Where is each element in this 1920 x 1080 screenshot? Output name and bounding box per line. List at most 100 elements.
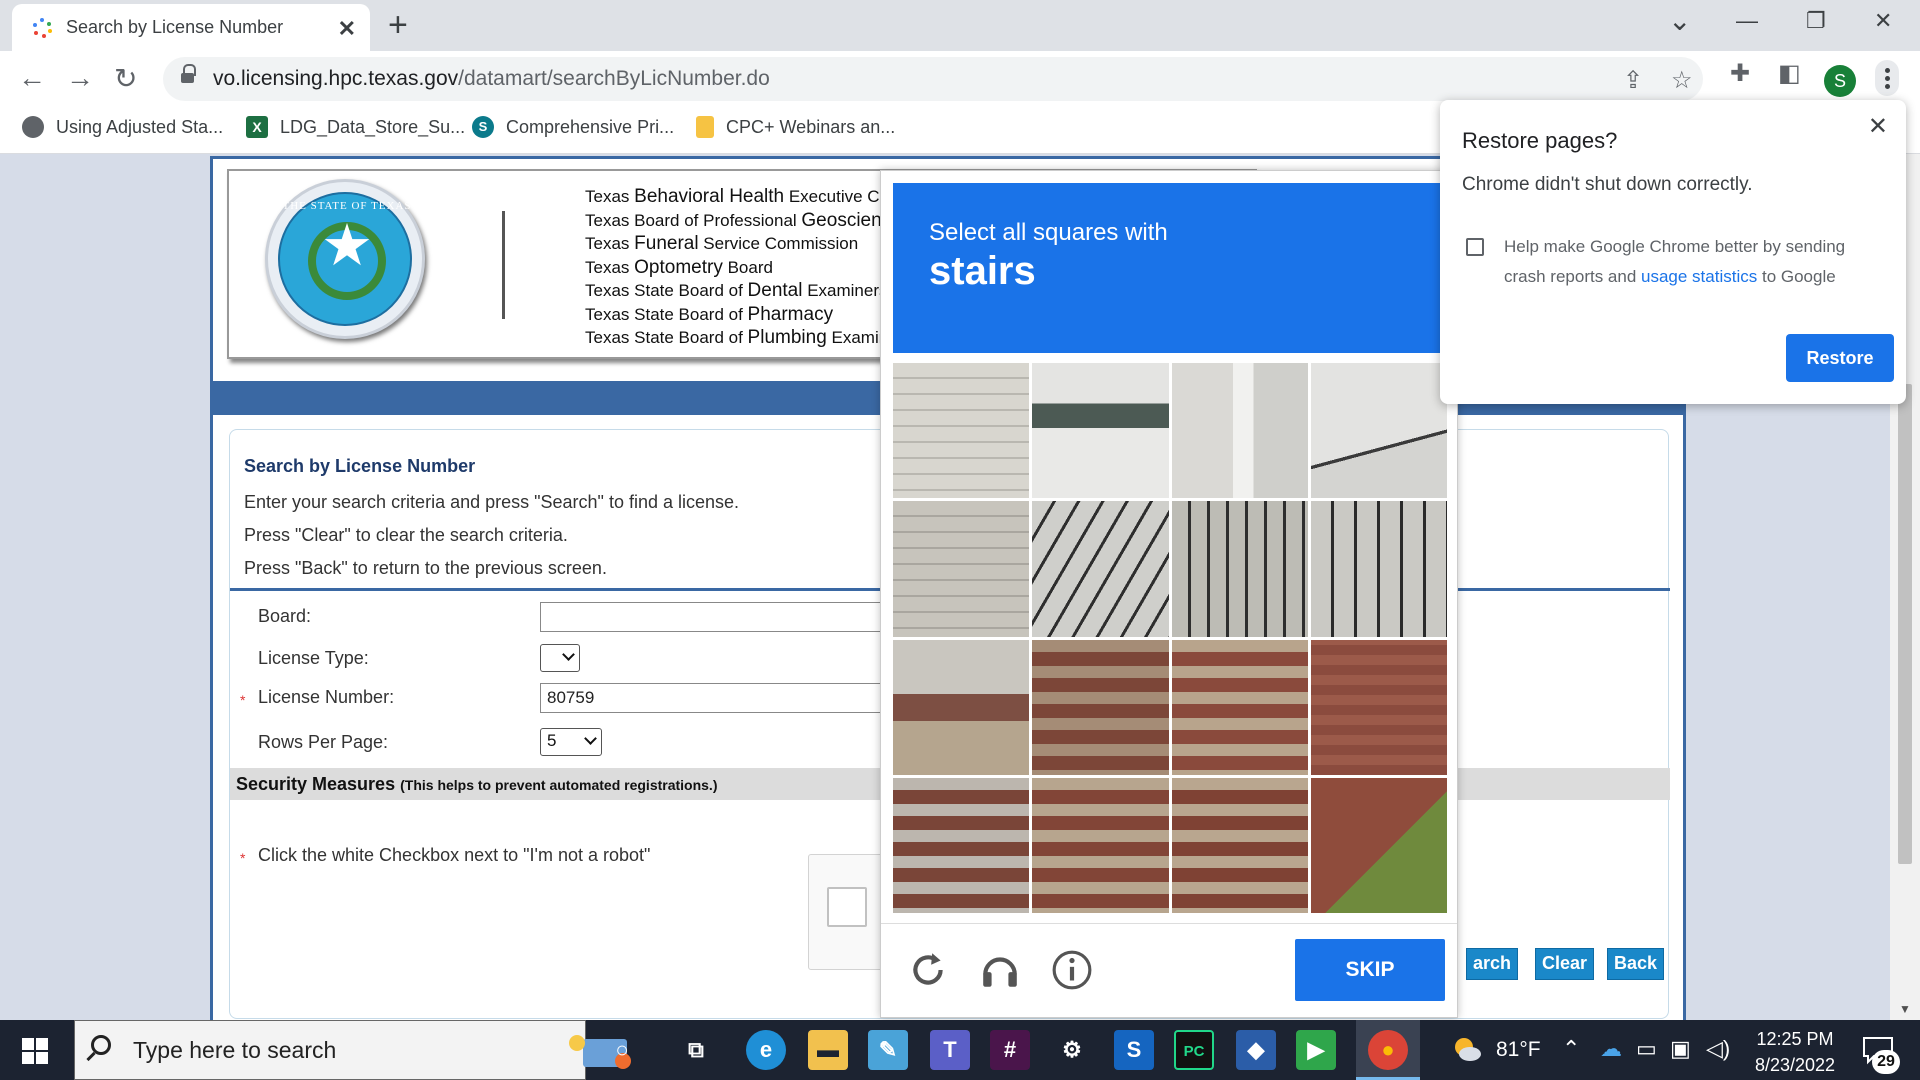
bookmark-label: Using Adjusted Sta... [56, 116, 224, 137]
captcha-tile[interactable] [893, 501, 1030, 637]
rows-per-page-label: Rows Per Page: [258, 732, 389, 752]
battery-icon[interactable]: ▭ [1636, 1036, 1657, 1062]
clock[interactable]: 12:25 PM 8/23/2022 [1740, 1026, 1850, 1078]
restore-button[interactable]: Restore [1786, 334, 1894, 382]
cortana-icon[interactable]: ○ [602, 1030, 642, 1070]
weather-temperature[interactable]: 81°F [1496, 1038, 1541, 1062]
back-arrow-icon[interactable]: ← [18, 62, 46, 94]
clear-button[interactable]: Clear [1535, 948, 1595, 980]
clock-time: 12:25 PM [1756, 1029, 1834, 1049]
captcha-tile[interactable] [1171, 639, 1308, 775]
bookmark-item[interactable]: Using Adjusted Sta... [22, 116, 223, 138]
address-bar[interactable]: vo.licensing.hpc.texas.gov/datamart/sear… [163, 57, 1703, 101]
captcha-tile[interactable] [893, 363, 1030, 499]
chrome-icon[interactable]: ● [1368, 1030, 1408, 1070]
captcha-tile[interactable] [1310, 777, 1447, 913]
side-panel-icon[interactable]: ◧ [1778, 59, 1801, 88]
captcha-footer-divider [881, 923, 1457, 924]
bookmark-item[interactable]: S Comprehensive Pri... [472, 116, 674, 138]
scroll-down-icon[interactable]: ▼ [1899, 1002, 1911, 1016]
onedrive-cloud-icon[interactable]: ☁ [1600, 1036, 1622, 1062]
license-type-select[interactable] [540, 644, 580, 672]
network-icon[interactable]: ▣ [1670, 1036, 1691, 1062]
captcha-tile[interactable] [1171, 777, 1308, 913]
maximize-button[interactable]: ❐ [1806, 8, 1826, 34]
browser-tab[interactable]: Search by License Number ✕ [12, 4, 370, 51]
reload-icon[interactable] [907, 949, 949, 991]
taskbar-search-placeholder: Type here to search [133, 1037, 337, 1063]
sharepoint-app-icon[interactable]: S [1114, 1030, 1154, 1070]
bookmark-star-icon[interactable]: ☆ [1671, 66, 1693, 95]
weather-cloud-sun-icon[interactable] [1452, 1036, 1482, 1062]
captcha-header: Select all squares with stairs [893, 183, 1447, 353]
profile-avatar[interactable]: S [1824, 65, 1856, 97]
dialog-title: Restore pages? [1462, 128, 1618, 153]
show-hidden-icons-icon[interactable]: ⌃ [1562, 1036, 1580, 1062]
texas-seal-logo: THE STATE OF TEXAS ★ [265, 179, 425, 339]
captcha-tile[interactable] [893, 777, 1030, 913]
form-title: Search by License Number [244, 456, 476, 476]
recaptcha-widget [808, 854, 888, 970]
captcha-tile[interactable] [1032, 639, 1169, 775]
captcha-tile[interactable] [1032, 501, 1169, 637]
reload-icon[interactable]: ↻ [114, 62, 137, 95]
captcha-target: stairs [929, 249, 1036, 293]
usage-statistics-link[interactable]: usage statistics [1641, 267, 1757, 286]
chrome-menu-icon[interactable] [1875, 60, 1899, 96]
dialog-message: Chrome didn't shut down correctly. [1462, 174, 1753, 195]
captcha-tile[interactable] [1310, 639, 1447, 775]
board-line: Texas Board of Professional Geoscientist… [585, 209, 916, 231]
task-view-icon[interactable]: ⧉ [676, 1030, 716, 1070]
extensions-puzzle-icon[interactable]: ✚ [1730, 59, 1750, 88]
board-line: Texas Behavioral Health Executive Counci… [585, 186, 924, 207]
teams-icon[interactable]: T [930, 1030, 970, 1070]
captcha-tile[interactable] [893, 639, 1030, 775]
git-icon[interactable]: ◆ [1236, 1030, 1276, 1070]
search-button[interactable]: arch [1466, 948, 1519, 980]
volume-icon[interactable]: ◁) [1706, 1036, 1730, 1062]
board-line: Texas State Board of Pharmacy [585, 303, 834, 325]
pycharm-icon[interactable]: PC [1174, 1030, 1214, 1070]
close-window-button[interactable]: ✕ [1874, 8, 1892, 34]
notepad-icon[interactable]: ✎ [868, 1030, 908, 1070]
captcha-tile[interactable] [1171, 501, 1308, 637]
close-icon[interactable]: ✕ [1868, 112, 1888, 141]
tab-search-icon[interactable]: ⌄ [1668, 4, 1691, 37]
bookmark-item[interactable]: CPC+ Webinars an... [696, 116, 895, 138]
captcha-tile[interactable] [1032, 363, 1169, 499]
forward-arrow-icon[interactable]: → [66, 62, 94, 94]
share-icon[interactable]: ⇪ [1623, 66, 1643, 95]
captcha-tile[interactable] [1032, 777, 1169, 913]
scrollbar-thumb[interactable] [1898, 384, 1912, 864]
captcha-tile[interactable] [1310, 363, 1447, 499]
windows-start-icon[interactable] [22, 1038, 48, 1064]
back-button[interactable]: Back [1607, 948, 1665, 980]
media-player-icon[interactable]: ▶ [1296, 1030, 1336, 1070]
crash-report-checkbox[interactable] [1466, 238, 1484, 256]
board-list: Texas Behavioral Health Executive Counci… [585, 185, 924, 350]
captcha-challenge: Select all squares with stairs SKIP [880, 170, 1458, 1018]
rows-per-page-select[interactable]: 5 [540, 728, 602, 756]
slack-icon[interactable]: # [990, 1030, 1030, 1070]
board-line: Texas Optometry Board [585, 256, 773, 278]
windows-taskbar: Type here to search ○ ⧉ e ▬ ✎ T # ⚙ S PC… [0, 1020, 1920, 1080]
instruction-line: Press "Clear" to clear the search criter… [244, 525, 568, 545]
skip-button[interactable]: SKIP [1295, 939, 1445, 1001]
board-line: Texas State Board of Dental Examiners [585, 280, 888, 301]
info-icon[interactable] [1051, 949, 1093, 991]
notification-count-badge: 29 [1872, 1050, 1900, 1074]
file-explorer-icon[interactable]: ▬ [808, 1030, 848, 1070]
edge-icon[interactable]: e [746, 1030, 786, 1070]
minimize-button[interactable]: — [1736, 8, 1758, 34]
taskbar-search-box[interactable]: Type here to search [74, 1020, 631, 1080]
headphones-icon[interactable] [979, 949, 1021, 991]
settings-icon[interactable]: ⚙ [1052, 1030, 1092, 1070]
bookmark-label: LDG_Data_Store_Su... [280, 116, 466, 137]
not-a-robot-checkbox[interactable] [827, 887, 867, 927]
chevron-down-icon [584, 732, 597, 745]
captcha-tile[interactable] [1171, 363, 1308, 499]
new-tab-button[interactable]: + [388, 6, 408, 45]
tab-close-icon[interactable]: ✕ [338, 16, 356, 42]
bookmark-item[interactable]: X LDG_Data_Store_Su... [246, 116, 465, 138]
captcha-tile[interactable] [1310, 501, 1447, 637]
